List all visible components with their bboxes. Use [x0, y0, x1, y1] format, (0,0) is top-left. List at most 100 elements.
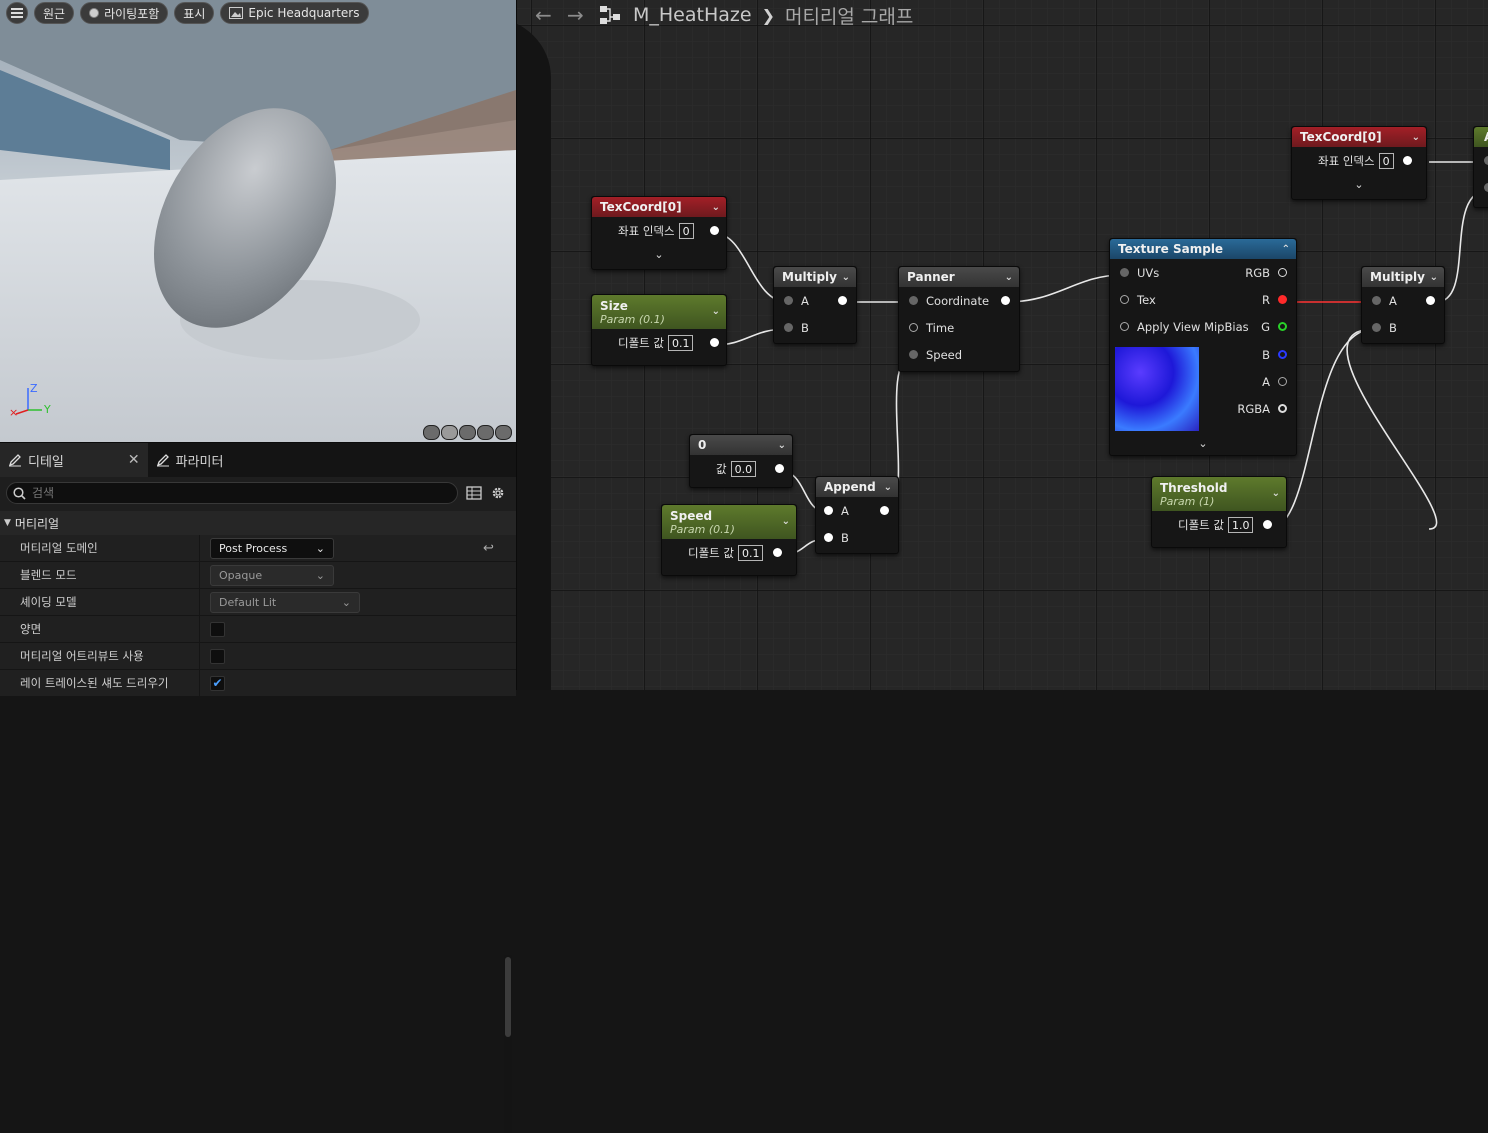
- table-view-icon[interactable]: [466, 486, 482, 500]
- close-icon[interactable]: ✕: [128, 452, 140, 468]
- breadcrumb-asset[interactable]: M_HeatHaze: [633, 4, 752, 26]
- gear-icon[interactable]: [490, 485, 506, 501]
- input-pin[interactable]: [909, 350, 918, 359]
- input-pin[interactable]: [1120, 268, 1129, 277]
- default-value-input[interactable]: 0.1: [667, 334, 694, 351]
- cube-shape-button[interactable]: [477, 425, 494, 440]
- preview-scene-button[interactable]: Epic Headquarters: [220, 2, 369, 24]
- reset-arrow-icon[interactable]: ↩: [483, 541, 494, 556]
- plane-shape-button[interactable]: [459, 425, 476, 440]
- cast-ray-traced-shadows-checkbox[interactable]: ✔: [210, 675, 225, 691]
- coordinate-index-input[interactable]: 0: [678, 222, 694, 239]
- pin-label: A: [801, 293, 809, 308]
- show-button[interactable]: 표시: [174, 2, 215, 24]
- node-multiply[interactable]: Multiply ⌄ A B: [773, 266, 857, 344]
- output-pin[interactable]: [710, 226, 719, 235]
- node-multiply[interactable]: Multiply ⌄ A B: [1361, 266, 1445, 344]
- output-pin[interactable]: [1001, 296, 1010, 305]
- chevron-down-icon[interactable]: ⌄: [782, 516, 790, 527]
- input-pin[interactable]: [784, 296, 793, 305]
- preview-viewport[interactable]: 원근 라이팅포함 표시 Epic Headquarters Z Y ×: [0, 0, 516, 442]
- output-pin[interactable]: [1263, 520, 1272, 529]
- expand-chevron-icon[interactable]: ⌄: [592, 244, 726, 264]
- breadcrumb-view[interactable]: 머티리얼 그래프: [785, 2, 913, 29]
- node-texcoord[interactable]: TexCoord[0] ⌄ 좌표 인덱스 0 ⌄: [591, 196, 727, 270]
- input-pin[interactable]: [824, 506, 833, 515]
- lighting-button[interactable]: 라이팅포함: [80, 2, 169, 24]
- input-pin[interactable]: [909, 296, 918, 305]
- search-input[interactable]: [32, 486, 432, 500]
- node-row-label: 값: [716, 461, 727, 476]
- coordinate-index-input[interactable]: 0: [1378, 152, 1394, 169]
- output-pin-a[interactable]: [1278, 377, 1287, 386]
- chevron-up-icon[interactable]: ⌃: [1282, 244, 1290, 255]
- section-material[interactable]: ▼ 머티리얼: [0, 511, 516, 535]
- output-pin[interactable]: [1403, 156, 1412, 165]
- input-pin[interactable]: [1484, 156, 1488, 165]
- node-threshold-param[interactable]: Threshold Param (1) ⌄ 디폴트 값 1.0: [1151, 476, 1287, 548]
- sphere-shape-button[interactable]: [441, 425, 458, 440]
- node-subtitle: Param (1): [1160, 494, 1215, 508]
- chevron-down-icon[interactable]: ⌄: [1005, 272, 1013, 283]
- blend-mode-dropdown[interactable]: Opaque ⌄: [210, 564, 334, 586]
- output-pin-rgba[interactable]: [1278, 404, 1287, 413]
- scrollbar-thumb[interactable]: [505, 957, 511, 1037]
- material-domain-dropdown[interactable]: Post Process ⌄: [210, 537, 334, 559]
- output-pin-b[interactable]: [1278, 350, 1287, 359]
- input-pin[interactable]: [824, 533, 833, 542]
- cylinder-shape-button[interactable]: [423, 425, 440, 440]
- expand-chevron-icon[interactable]: ⌄: [1292, 174, 1426, 194]
- output-pin[interactable]: [773, 548, 782, 557]
- input-pin[interactable]: [909, 323, 918, 332]
- chevron-down-icon[interactable]: ⌄: [842, 272, 850, 283]
- output-pin[interactable]: [1426, 296, 1435, 305]
- teapot-shape-button[interactable]: [495, 425, 512, 440]
- chevron-down-icon[interactable]: ⌄: [1272, 488, 1280, 499]
- node-size-param[interactable]: Size Param (0.1) ⌄ 디폴트 값 0.1: [591, 294, 727, 366]
- output-pin[interactable]: [838, 296, 847, 305]
- forward-arrow-icon[interactable]: →: [567, 3, 589, 27]
- back-arrow-icon[interactable]: ←: [535, 3, 557, 27]
- node-append[interactable]: Append ⌄ A B: [815, 476, 899, 554]
- chevron-down-icon[interactable]: ⌄: [884, 482, 892, 493]
- output-pin[interactable]: [880, 506, 889, 515]
- output-pin[interactable]: [775, 464, 784, 473]
- node-partial[interactable]: A: [1473, 126, 1488, 208]
- tab-parameters[interactable]: 파라미터: [148, 443, 232, 477]
- default-value-input[interactable]: 1.0: [1227, 516, 1254, 533]
- output-pin-rgb[interactable]: [1278, 268, 1287, 277]
- chevron-down-icon[interactable]: ⌄: [778, 440, 786, 451]
- expand-chevron-icon[interactable]: ⌄: [1110, 433, 1296, 453]
- scrollbar[interactable]: [504, 955, 512, 1133]
- tab-details[interactable]: 디테일 ✕: [0, 443, 148, 477]
- node-panner[interactable]: Panner ⌄ Coordinate Time Speed: [898, 266, 1020, 372]
- node-texcoord[interactable]: TexCoord[0] ⌄ 좌표 인덱스 0 ⌄: [1291, 126, 1427, 200]
- chevron-down-icon[interactable]: ⌄: [1430, 272, 1438, 283]
- input-pin[interactable]: [1484, 183, 1488, 192]
- two-sided-checkbox[interactable]: [210, 621, 225, 637]
- value-input[interactable]: 0.0: [730, 460, 757, 477]
- material-graph[interactable]: ← → M_HeatHaze ❯ 머티리얼 그래프 TexCoord[0] ⌄ 좌…: [516, 0, 1488, 690]
- pin-label: G: [1261, 319, 1270, 334]
- chevron-down-icon[interactable]: ⌄: [712, 202, 720, 213]
- default-value-input[interactable]: 0.1: [737, 544, 764, 561]
- search-box[interactable]: [6, 482, 458, 504]
- chevron-down-icon[interactable]: ⌄: [1412, 132, 1420, 143]
- input-pin[interactable]: [1372, 296, 1381, 305]
- input-pin[interactable]: [1372, 323, 1381, 332]
- output-pin-g[interactable]: [1278, 322, 1287, 331]
- menu-button[interactable]: [6, 2, 28, 24]
- output-pin[interactable]: [710, 338, 719, 347]
- input-pin[interactable]: [784, 323, 793, 332]
- use-material-attributes-checkbox[interactable]: [210, 648, 225, 664]
- output-pin-r[interactable]: [1278, 295, 1287, 304]
- input-pin[interactable]: [1120, 322, 1129, 331]
- node-texture-sample[interactable]: Texture Sample ⌃ UVs RGB Tex R Apply View M…: [1109, 238, 1297, 456]
- node-speed-param[interactable]: Speed Param (0.1) ⌄ 디폴트 값 0.1: [661, 504, 797, 576]
- perspective-button[interactable]: 원근: [34, 2, 75, 24]
- shading-model-dropdown[interactable]: Default Lit ⌄: [210, 591, 360, 613]
- input-pin[interactable]: [1120, 295, 1129, 304]
- texture-thumbnail: [1115, 347, 1199, 431]
- node-constant[interactable]: 0 ⌄ 값 0.0: [689, 434, 793, 488]
- chevron-down-icon[interactable]: ⌄: [712, 306, 720, 317]
